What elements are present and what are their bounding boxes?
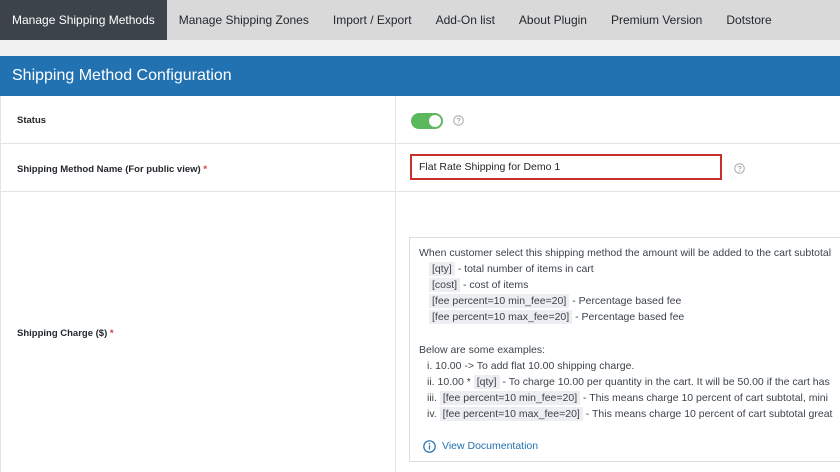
question-mark-icon[interactable] [453, 115, 464, 126]
tab-manage-shipping-zones[interactable]: Manage Shipping Zones [167, 0, 321, 40]
method-name-row: Shipping Method Name (For public view) * [1, 144, 840, 192]
example-number: iii. [427, 392, 437, 404]
section-header: Shipping Method Configuration [0, 56, 840, 96]
status-label: Status [17, 115, 47, 126]
example-text: 10.00 * [434, 376, 474, 388]
examples-heading: Below are some examples: [419, 344, 546, 356]
spacer [0, 40, 840, 56]
example-number: ii. [427, 376, 435, 388]
example-text: - To charge 10.00 per quantity in the ca… [499, 376, 830, 388]
code-snippet: [qty] [429, 262, 455, 276]
code-snippet: [fee percent=10 min_fee=20] [429, 294, 570, 308]
tab-premium-version[interactable]: Premium Version [599, 0, 714, 40]
info-icon [423, 440, 436, 453]
code-snippet: [fee percent=10 max_fee=20] [429, 310, 573, 324]
placeholder-line: [fee percent=10 max_fee=20] - Percentage… [429, 310, 685, 324]
placeholder-desc: - cost of items [460, 279, 529, 291]
example-text: - This means charge 10 percent of cart s… [582, 408, 833, 420]
code-snippet: [fee percent=10 min_fee=20] [439, 391, 581, 405]
method-name-label-text: Shipping Method Name (For public view) [17, 164, 201, 175]
toggle-knob [429, 115, 441, 127]
tab-about-plugin[interactable]: About Plugin [507, 0, 599, 40]
example-text: 10.00 -> To add flat 10.00 shipping char… [432, 360, 635, 372]
required-asterisk: * [109, 328, 114, 339]
status-row: Status [1, 96, 840, 144]
placeholder-desc: - total number of items in cart [454, 263, 594, 275]
shipping-charge-label: Shipping Charge ($) * [17, 328, 114, 339]
required-asterisk: * [203, 164, 208, 175]
status-label-cell: Status [1, 96, 396, 143]
placeholder-line: [cost] - cost of items [429, 278, 529, 292]
top-navigation-tabs: Manage Shipping Methods Manage Shipping … [0, 0, 840, 40]
method-name-label: Shipping Method Name (For public view) * [17, 164, 207, 175]
placeholder-line: [fee percent=10 min_fee=20] - Percentage… [429, 294, 682, 308]
code-snippet: [qty] [473, 375, 500, 389]
shipping-charge-label-text: Shipping Charge ($) [17, 328, 108, 339]
example-line: iv. [fee percent=10 max_fee=20] - This m… [427, 407, 833, 421]
code-snippet: [fee percent=10 max_fee=20] [439, 407, 583, 421]
help-intro: When customer select this shipping metho… [419, 247, 832, 259]
code-snippet: [cost] [429, 278, 461, 292]
method-name-label-cell: Shipping Method Name (For public view) * [1, 144, 396, 191]
question-mark-icon[interactable] [734, 163, 745, 174]
placeholder-desc: - Percentage based fee [569, 295, 682, 307]
section-title: Shipping Method Configuration [12, 67, 232, 84]
view-documentation-link[interactable]: View Documentation [442, 440, 538, 452]
example-line: iii. [fee percent=10 min_fee=20] - This … [427, 391, 828, 405]
status-toggle[interactable] [411, 113, 443, 129]
method-name-input[interactable] [410, 154, 722, 180]
shipping-charge-label-cell: Shipping Charge ($) * [1, 192, 396, 472]
tab-import-export[interactable]: Import / Export [321, 0, 424, 40]
example-number: iv. [427, 408, 437, 420]
shipping-charge-help-box: When customer select this shipping metho… [409, 237, 840, 462]
tab-dotstore[interactable]: Dotstore [714, 0, 783, 40]
example-text: - This means charge 10 percent of cart s… [580, 392, 828, 404]
tab-manage-shipping-methods[interactable]: Manage Shipping Methods [0, 0, 167, 40]
example-line: ii. 10.00 * [qty] - To charge 10.00 per … [427, 375, 830, 389]
example-line: i. 10.00 -> To add flat 10.00 shipping c… [427, 360, 634, 372]
placeholder-line: [qty] - total number of items in cart [429, 262, 594, 276]
tab-add-on-list[interactable]: Add-On list [424, 0, 507, 40]
placeholder-desc: - Percentage based fee [572, 311, 685, 323]
